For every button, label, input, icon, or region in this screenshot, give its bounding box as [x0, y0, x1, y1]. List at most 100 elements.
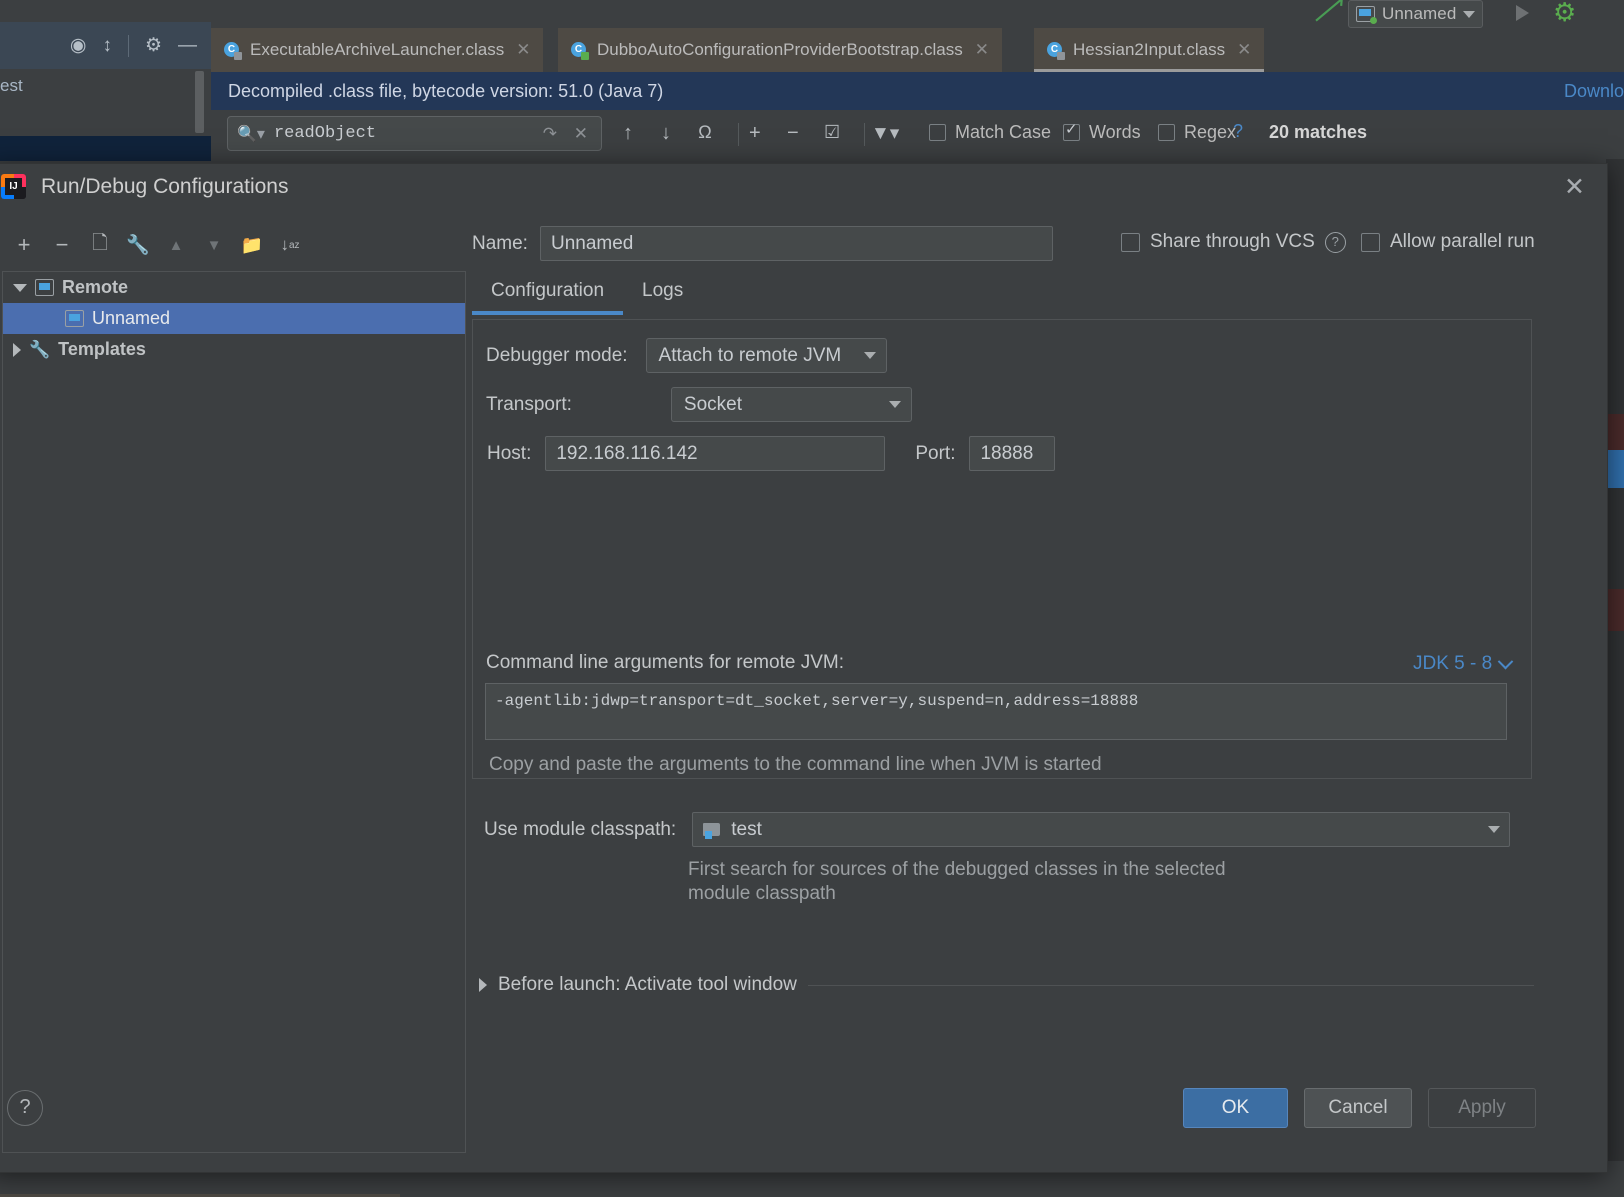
find-toolbar: 🔍▾ readObject ↷ ✕ ↑ ↓ Ω + − ☑ ▼▾ Match C… [211, 110, 1624, 159]
expand-arrow-icon[interactable] [13, 283, 27, 292]
run-debug-configurations-dialog: IJ Run/Debug Configurations ✕ + − 🗋 🔧 ▲ … [0, 163, 1608, 1173]
dialog-title: Run/Debug Configurations [41, 174, 289, 198]
run-button[interactable] [1516, 5, 1529, 21]
move-up-button[interactable]: ▲ [157, 228, 195, 262]
toolwindow-header: ◉ ↕ ⚙ — [0, 22, 211, 69]
allow-parallel-run-option[interactable]: Allow parallel run [1361, 231, 1535, 253]
chevron-down-icon [1497, 653, 1514, 669]
error-marker[interactable] [1606, 414, 1624, 450]
port-input[interactable]: 18888 [969, 436, 1056, 471]
collapse-arrow-icon[interactable] [13, 342, 21, 357]
cancel-button[interactable]: Cancel [1304, 1088, 1412, 1128]
help-button[interactable]: ? [7, 1090, 43, 1126]
host-row: Host: 192.168.116.142 Port: 18888 [487, 436, 1056, 471]
debugger-mode-value: Attach to remote JVM [658, 344, 842, 366]
search-history-icon[interactable]: ↷ [543, 124, 557, 144]
command-line-arguments-field[interactable]: -agentlib:jdwp=transport=dt_socket,serve… [485, 683, 1507, 740]
module-hint-line-1: First search for sources of the debugged… [688, 859, 1226, 880]
module-classpath-select[interactable]: test [692, 812, 1511, 847]
build-arrow-icon: ⟶ [1304, 0, 1353, 33]
tree-item-label: Remote [62, 277, 129, 297]
tree-item-remote[interactable]: Remote [3, 272, 465, 303]
host-input[interactable]: 192.168.116.142 [545, 436, 886, 471]
transport-select[interactable]: Socket [670, 387, 912, 422]
chevron-down-icon [888, 401, 901, 408]
debugger-mode-select[interactable]: Attach to remote JVM [645, 338, 887, 373]
debugger-mode-label: Debugger mode: [486, 344, 628, 366]
jdk-version-selector[interactable]: JDK 5 - 8 [1413, 653, 1514, 675]
match-case-checkbox[interactable] [929, 124, 946, 141]
before-launch-section[interactable]: Before launch: Activate tool window [479, 974, 1534, 996]
collapse-all-icon[interactable]: ↕ [102, 36, 112, 55]
tree-item-label: Templates [58, 339, 146, 359]
match-case-option[interactable]: Match Case [929, 122, 1051, 143]
regex-label: Regex [1184, 122, 1237, 142]
select-all-occurrences-icon[interactable]: Ω [698, 122, 712, 143]
remove-configuration-button[interactable]: − [43, 228, 81, 262]
crosshair-icon[interactable]: ◉ [70, 36, 87, 55]
arrow-up-icon[interactable]: ↑ [623, 122, 633, 145]
share-vcs-checkbox[interactable] [1121, 232, 1140, 252]
configuration-tree[interactable]: Remote Unnamed 🔧 Templates [2, 271, 466, 1153]
configuration-name-row: Name: Unnamed [472, 226, 1053, 261]
match-case-label: Match Case [955, 122, 1052, 142]
name-input[interactable]: Unnamed [539, 226, 1053, 261]
editor-tab-0[interactable]: C ExecutableArchiveLauncher.class ✕ [211, 28, 544, 72]
close-tab-icon[interactable]: ✕ [516, 40, 530, 60]
tree-item-label: Unnamed [92, 308, 171, 328]
words-label: Words [1089, 122, 1141, 142]
words-option[interactable]: Words [1063, 120, 1141, 143]
editor-tab-1[interactable]: C DubboAutoConfigurationProviderBootstra… [558, 28, 1002, 72]
regex-option[interactable]: Regex [1158, 122, 1236, 143]
tab-configuration[interactable]: Configuration [472, 274, 624, 315]
toolwindow-selected-row[interactable] [0, 136, 211, 161]
regex-checkbox[interactable] [1158, 124, 1175, 141]
banner-text: Decompiled .class file, bytecode version… [228, 80, 664, 101]
run-configuration-selector[interactable]: Unnamed [1348, 0, 1484, 28]
toolwindow-scrollbar[interactable] [195, 71, 204, 133]
minimize-icon[interactable]: — [178, 36, 197, 55]
close-tab-icon[interactable]: ✕ [975, 40, 989, 60]
module-classpath-label: Use module classpath: [484, 818, 677, 840]
ok-button[interactable]: OK [1183, 1088, 1288, 1128]
filter-icon[interactable]: ▼▾ [871, 122, 899, 145]
clear-search-icon[interactable]: ✕ [574, 124, 588, 144]
match-count-label: 20 matches [1269, 122, 1368, 142]
jdk-version-label: JDK 5 - 8 [1413, 653, 1493, 674]
copy-configuration-button[interactable]: 🗋 [81, 228, 119, 262]
help-icon[interactable]: ? [1324, 231, 1346, 253]
transport-label: Transport: [486, 393, 572, 415]
tab-logs[interactable]: Logs [623, 274, 702, 315]
add-configuration-button[interactable]: + [5, 228, 43, 262]
allow-parallel-checkbox[interactable] [1361, 232, 1380, 252]
occurrence-marker[interactable] [1606, 450, 1624, 488]
chevron-down-icon[interactable] [1463, 10, 1476, 18]
close-icon[interactable]: ✕ [1564, 175, 1585, 200]
toolwindow-text: est [0, 76, 23, 95]
editor-tab-2[interactable]: C Hessian2Input.class ✕ [1034, 28, 1265, 72]
expand-arrow-icon[interactable] [479, 978, 487, 992]
settings-gear-icon[interactable]: ⚙ [145, 36, 162, 55]
error-marker[interactable] [1606, 589, 1624, 631]
tree-item-templates[interactable]: 🔧 Templates [3, 334, 465, 365]
debug-button[interactable]: ⚙ [1553, 0, 1576, 28]
editor-marker-strip[interactable] [1606, 159, 1624, 1161]
create-folder-button[interactable]: 📁 [233, 228, 271, 262]
toolbar-divider [864, 123, 865, 146]
search-input[interactable]: 🔍▾ readObject ↷ ✕ [227, 116, 602, 151]
remove-line-icon[interactable]: − [787, 122, 799, 145]
apply-button[interactable]: Apply [1428, 1088, 1536, 1128]
words-checkbox[interactable] [1063, 120, 1080, 141]
check-line-icon[interactable]: ☑ [824, 122, 840, 143]
download-sources-link[interactable]: Downlo [1564, 81, 1624, 102]
move-down-button[interactable]: ▼ [195, 228, 233, 262]
regex-help-icon[interactable]: ? [1233, 121, 1243, 142]
name-label: Name: [472, 232, 528, 254]
add-line-icon[interactable]: + [749, 122, 761, 145]
edit-templates-button[interactable]: 🔧 [119, 228, 157, 262]
sort-alphabetically-button[interactable]: ↓ az [271, 228, 309, 262]
tree-item-unnamed[interactable]: Unnamed [3, 303, 465, 334]
share-through-vcs-option[interactable]: Share through VCS ? [1121, 231, 1346, 253]
close-tab-icon[interactable]: ✕ [1237, 40, 1251, 60]
arrow-down-icon[interactable]: ↓ [661, 122, 671, 145]
